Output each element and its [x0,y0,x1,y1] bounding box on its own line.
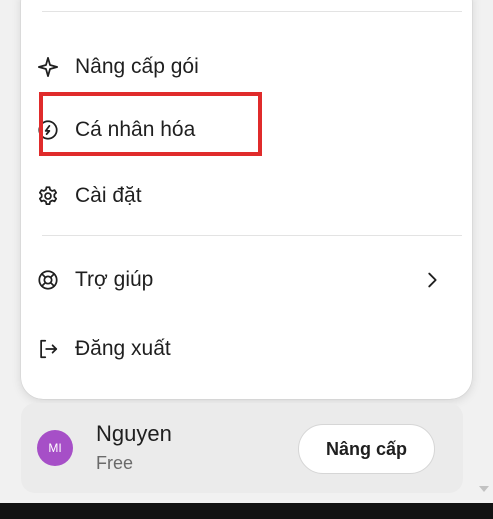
lifebuoy-icon [37,269,59,291]
gear-icon [37,185,59,207]
menu-item-logout[interactable]: Đăng xuất [21,320,453,378]
menu-item-label: Đăng xuất [75,337,171,360]
user-name: Nguyen [96,421,172,446]
chevron-right-icon [421,269,443,291]
menu-item-label: Nâng cấp gói [75,55,199,78]
sparkle-icon [37,56,59,78]
menu-item-settings[interactable]: Cài đặt [21,167,453,225]
menu-item-label: Trợ giúp [75,268,154,291]
logout-icon [37,338,59,360]
avatar[interactable]: MI [37,430,73,466]
menu-item-upgrade-plan[interactable]: Nâng cấp gói [21,38,453,96]
menu-divider-top [42,11,462,12]
user-plan: Free [96,453,134,473]
menu-item-help[interactable]: Trợ giúp [21,251,453,309]
personalize-icon [37,119,59,141]
taskbar-strip [0,503,493,519]
screen: Nâng cấp gói Cá nhân hóa Cài đặt Trợ giú… [0,0,493,519]
upgrade-button[interactable]: Nâng cấp [298,424,435,474]
menu-divider-middle [42,235,462,236]
account-menu: Nâng cấp gói Cá nhân hóa Cài đặt Trợ giú… [21,0,472,399]
menu-item-label: Cá nhân hóa [75,118,196,141]
menu-item-personalize[interactable]: Cá nhân hóa [21,101,453,159]
menu-item-label: Cài đặt [75,184,142,207]
user-account-bar[interactable]: MI Nguyen Free Nâng cấp [21,403,463,493]
scroll-down-arrow-icon[interactable] [479,486,489,492]
